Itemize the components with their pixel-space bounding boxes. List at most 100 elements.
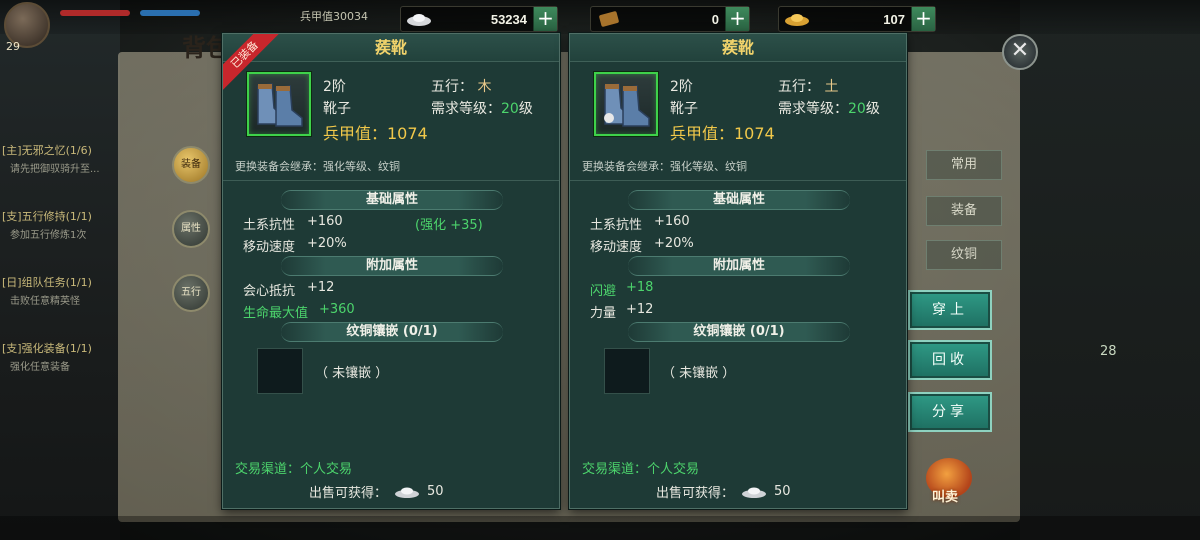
armor-value: 兵甲值：1074	[670, 124, 775, 143]
close-button[interactable]: ✕	[1002, 34, 1038, 70]
attr-value: +160	[307, 214, 343, 229]
extra-attr-title: 附加属性	[628, 256, 850, 276]
bronze-token-icon	[595, 9, 623, 29]
attr-value: +20%	[307, 236, 347, 251]
sell-value: 50	[427, 484, 444, 499]
filter-equipment[interactable]: 装备	[926, 196, 1002, 226]
currency-value: 107	[883, 11, 905, 27]
sell-value: 50	[774, 484, 791, 499]
add-currency-button[interactable]: +	[911, 7, 935, 31]
requirement-value: 20	[501, 101, 519, 117]
quest-title[interactable]: [日]组队任务(1/1)	[2, 274, 118, 290]
currency-silver: 53234 +	[400, 6, 558, 32]
attr-value: +12	[626, 302, 654, 317]
attr-value: +12	[307, 280, 335, 295]
right-hud-area	[1020, 0, 1200, 540]
sell-label: 出售可获得：	[309, 486, 388, 501]
element-label: 五行：	[431, 79, 473, 95]
quest-desc: 参加五行修炼1次	[10, 230, 87, 241]
attr-name: 土系抗性	[243, 218, 296, 233]
divider	[223, 180, 559, 181]
item-name: 蒺靴	[570, 34, 906, 62]
requirement-label: 需求等级：	[778, 101, 848, 117]
attr-name: 会心抵抗	[243, 284, 296, 299]
trade-channel: 交易渠道：个人交易	[235, 462, 353, 477]
hp-bar	[60, 10, 130, 16]
attr-value: +20%	[654, 236, 694, 251]
element-row: 五行： 木	[431, 76, 491, 96]
silver-ingot-icon	[740, 485, 768, 499]
currency-bronze: 0 +	[590, 6, 750, 32]
attr-name: 移动速度	[243, 240, 296, 255]
add-currency-button[interactable]: +	[533, 7, 557, 31]
mp-bar	[140, 10, 200, 16]
requirement-row: 需求等级：20级	[431, 98, 533, 118]
attr-name: 力量	[590, 306, 617, 321]
currency-value: 0	[711, 11, 719, 27]
power-label: 兵甲值30034	[300, 10, 368, 23]
item-tooltip-equipped: 蒺靴 已装备 2阶 靴子 五行： 木 需求等级：20级 兵甲值：1074 更换装…	[222, 33, 560, 509]
element-row: 五行： 土	[778, 76, 838, 96]
requirement-unit: 级	[518, 101, 533, 117]
socket-title: 纹铜镶嵌 (0/1)	[628, 322, 850, 342]
requirement-unit: 级	[865, 101, 880, 117]
attr-name: 土系抗性	[590, 218, 643, 233]
tab-attributes[interactable]: 属性	[172, 210, 210, 248]
requirement-row: 需求等级：20级	[778, 98, 880, 118]
attr-value: +160	[654, 214, 690, 229]
item-tier: 2阶	[670, 79, 693, 95]
requirement-value: 20	[848, 101, 866, 117]
silver-ingot-icon	[405, 9, 433, 29]
divider	[570, 180, 906, 181]
attr-value: +360	[319, 302, 355, 317]
attr-name: 闪避	[590, 284, 617, 299]
recycle-button[interactable]: 回收	[908, 340, 992, 380]
gold-ingot-icon	[783, 9, 811, 29]
socket-status: （ 未镶嵌 ）	[315, 366, 389, 381]
quest-desc: 击败任意精英怪	[10, 296, 80, 307]
sell-price-row: 出售可获得： 50	[309, 482, 444, 501]
earth-element-icon: 土	[824, 79, 839, 95]
share-button[interactable]: 分享	[908, 392, 992, 432]
attr-value: +18	[626, 280, 654, 295]
bottom-chat-bar	[0, 516, 1200, 540]
inherit-note: 更换装备会继承：强化等级、纹铜	[582, 160, 747, 173]
player-level: 29	[6, 40, 20, 53]
boots-icon	[594, 72, 658, 136]
item-type: 靴子	[670, 101, 698, 117]
socket-slot[interactable]	[257, 348, 303, 394]
requirement-label: 需求等级：	[431, 101, 501, 117]
auction-label[interactable]: 叫卖	[932, 486, 958, 505]
base-attr-title: 基础属性	[628, 190, 850, 210]
filter-wentong[interactable]: 纹铜	[926, 240, 1002, 270]
extra-attr-title: 附加属性	[281, 256, 503, 276]
equip-button[interactable]: 穿上	[908, 290, 992, 330]
filter-common[interactable]: 常用	[926, 150, 1002, 180]
right-level-indicator: 28	[1100, 344, 1117, 359]
item-tier: 2阶	[323, 79, 346, 95]
sell-price-row: 出售可获得： 50	[656, 482, 791, 501]
sell-label: 出售可获得：	[656, 486, 735, 501]
quest-desc: 强化任意装备	[10, 362, 70, 373]
socket-status: （ 未镶嵌 ）	[662, 366, 736, 381]
attr-name: 生命最大值	[243, 306, 309, 321]
inherit-note: 更换装备会继承：强化等级、纹铜	[235, 160, 400, 173]
boots-icon	[247, 72, 311, 136]
quest-title[interactable]: [主]无邪之忆(1/6)	[2, 142, 118, 158]
tab-five-elements[interactable]: 五行	[172, 274, 210, 312]
base-attr-title: 基础属性	[281, 190, 503, 210]
quest-title[interactable]: [支]强化装备(1/1)	[2, 340, 118, 356]
item-tooltip-compare: 蒺靴 2阶 靴子 五行： 土 需求等级：20级 兵甲值：1074 更换装备会继承…	[569, 33, 907, 509]
enhance-bonus: (强化 +35)	[415, 218, 483, 233]
trade-channel: 交易渠道：个人交易	[582, 462, 700, 477]
add-currency-button[interactable]: +	[725, 7, 749, 31]
quest-desc: 请先把御驭骑升至...	[10, 164, 100, 175]
left-hud-area	[0, 0, 120, 540]
currency-value: 53234	[490, 11, 527, 27]
item-type: 靴子	[323, 101, 351, 117]
wood-element-icon: 木	[477, 79, 492, 95]
element-label: 五行：	[778, 79, 820, 95]
socket-slot[interactable]	[604, 348, 650, 394]
quest-title[interactable]: [支]五行修持(1/1)	[2, 208, 118, 224]
tab-equipment[interactable]: 装备	[172, 146, 210, 184]
